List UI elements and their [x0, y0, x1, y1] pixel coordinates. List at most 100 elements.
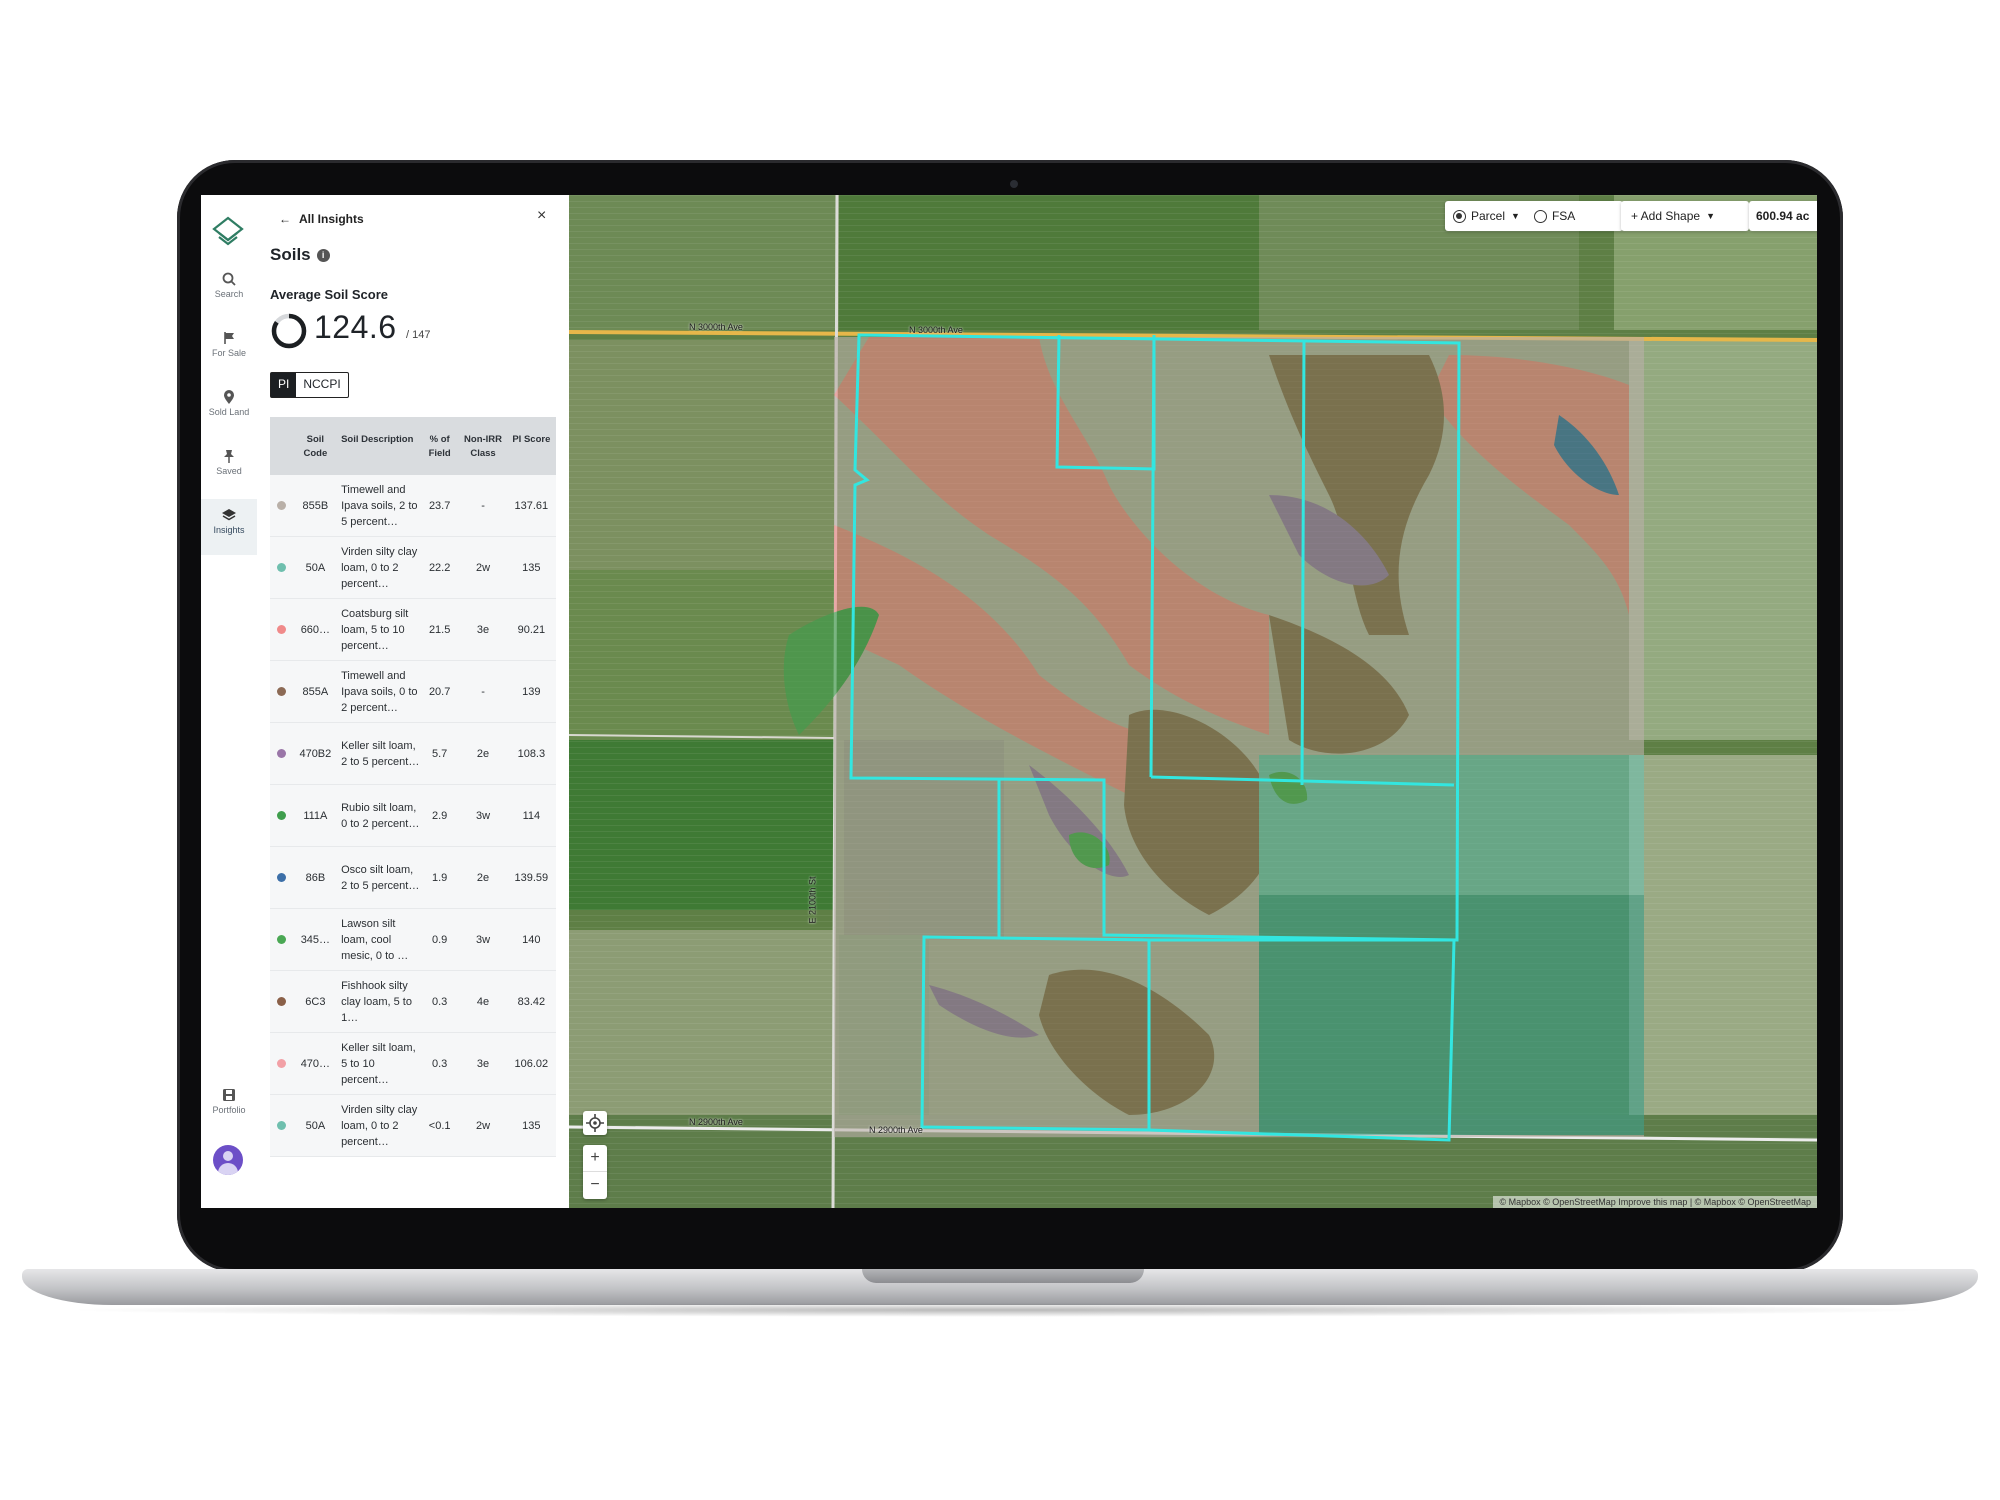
chevron-down-icon: ▼ — [1706, 211, 1715, 221]
satellite-map[interactable]: N 3000th Ave N 3000th Ave N 2900th Ave N… — [569, 195, 1817, 1208]
locate-button[interactable] — [583, 1111, 607, 1135]
close-button[interactable]: × — [537, 207, 546, 225]
table-row[interactable]: 6C3 Fishhook silty clay loam, 5 to 1… 0.3 4… — [270, 971, 556, 1033]
chevron-down-icon[interactable]: ▼ — [1511, 211, 1520, 221]
percent-of-field: 0.3 — [432, 995, 448, 1008]
soil-color-swatch — [277, 625, 287, 634]
map-canvas[interactable] — [569, 195, 1817, 1208]
non-irr-class: - — [481, 685, 485, 698]
road-label-2: N 3000th Ave — [909, 325, 963, 335]
nav-portfolio[interactable]: Portfolio — [201, 1079, 257, 1135]
non-irr-class: 2w — [476, 561, 491, 574]
map-attribution[interactable]: © Mapbox © OpenStreetMap Improve this ma… — [1493, 1196, 1817, 1208]
table-row[interactable]: 50A Virden silty clay loam, 0 to 2 percen… — [270, 1095, 556, 1157]
percent-of-field: 0.9 — [432, 933, 448, 946]
percent-of-field: 22.2 — [428, 561, 451, 574]
soil-color-cell — [270, 687, 294, 696]
percent-of-field: 20.7 — [428, 685, 451, 698]
pi-score: 140 — [522, 933, 541, 946]
nav-sold-land[interactable]: Sold Land — [201, 381, 257, 437]
soil-code: 855A — [302, 685, 329, 698]
soil-color-cell — [270, 501, 294, 510]
percent-of-field: <0.1 — [428, 1119, 451, 1132]
flag-icon — [224, 332, 234, 344]
laptop-notch — [862, 1269, 1144, 1283]
nav-rail: Search For Sale Sold Land Saved Insights… — [201, 195, 259, 1208]
soil-code: 50A — [305, 561, 326, 574]
soil-color-swatch — [277, 749, 287, 758]
app-logo-icon[interactable] — [211, 215, 245, 249]
soils-table: Soil Code Soil Description % of Field No… — [270, 417, 556, 1157]
table-row[interactable]: 111A Rubio silt loam, 0 to 2 percent… 2.9 3… — [270, 785, 556, 847]
soil-code: 470B2 — [299, 747, 332, 760]
info-icon[interactable]: i — [316, 248, 330, 262]
header-soil-description[interactable]: Soil Description — [337, 417, 420, 475]
soil-color-swatch — [277, 935, 287, 944]
soil-code: 111A — [303, 809, 328, 822]
nav-for-sale-label: For Sale — [211, 348, 246, 358]
zoom-out-button[interactable]: − — [583, 1171, 607, 1198]
acreage-readout: 600.94 ac — [1749, 201, 1817, 231]
add-shape-button[interactable]: + Add Shape ▼ — [1621, 201, 1749, 231]
header-percent-of-field[interactable]: % of Field — [420, 417, 459, 475]
soil-code: 470… — [300, 1057, 331, 1070]
soil-color-cell — [270, 1121, 294, 1130]
soil-description: Osco silt loam, 2 to 5 percent… — [341, 863, 420, 892]
table-header: Soil Code Soil Description % of Field No… — [270, 417, 556, 475]
nav-search[interactable]: Search — [201, 263, 257, 319]
soil-description: Timewell and Ipava soils, 0 to 2 percent… — [341, 669, 418, 714]
soil-code: 660… — [300, 623, 331, 636]
road-label-1: N 3000th Ave — [689, 322, 743, 332]
soil-description: Lawson silt loam, cool mesic, 0 to … — [341, 917, 409, 962]
soil-color-swatch — [277, 687, 287, 696]
toggle-pi[interactable]: PI — [271, 373, 297, 397]
header-non-irr-class[interactable]: Non-IRR Class — [459, 417, 506, 475]
soil-color-swatch — [277, 1121, 287, 1130]
soil-description: Coatsburg silt loam, 5 to 10 percent… — [341, 607, 409, 652]
table-row[interactable]: 470… Keller silt loam, 5 to 10 percent… 0.… — [270, 1033, 556, 1095]
back-to-all-insights[interactable]: ← All Insights — [279, 209, 364, 229]
pushpin-icon — [224, 450, 234, 463]
soil-color-swatch — [277, 563, 287, 572]
table-body: 855B Timewell and Ipava soils, 2 to 5 per… — [270, 475, 556, 1157]
user-avatar[interactable] — [213, 1145, 243, 1175]
toggle-nccpi[interactable]: NCCPI — [296, 373, 347, 397]
nav-insights[interactable]: Insights — [201, 499, 259, 555]
table-row[interactable]: 50A Virden silty clay loam, 0 to 2 percen… — [270, 537, 556, 599]
non-irr-class: - — [481, 499, 485, 512]
soil-color-swatch — [277, 1059, 287, 1068]
table-row[interactable]: 470B2 Keller silt loam, 2 to 5 percent… 5.… — [270, 723, 556, 785]
parcel-radio[interactable] — [1453, 209, 1466, 223]
panel-title: Soils i — [270, 245, 330, 265]
laptop-shadow — [60, 1303, 1940, 1317]
pi-score: 114 — [522, 809, 541, 822]
header-soil-code[interactable]: Soil Code — [294, 417, 337, 475]
acreage-value: 600.94 ac — [1756, 209, 1810, 223]
arrow-left-icon: ← — [279, 212, 291, 226]
soil-description: Keller silt loam, 2 to 5 percent… — [341, 739, 420, 768]
nav-portfolio-label: Portfolio — [212, 1105, 246, 1115]
nav-insights-label: Insights — [213, 525, 245, 535]
parcel-divider-b[interactable] — [1300, 339, 1306, 786]
table-row[interactable]: 855B Timewell and Ipava soils, 2 to 5 per… — [270, 475, 556, 537]
fsa-radio[interactable] — [1533, 209, 1547, 223]
percent-of-field: 1.9 — [432, 871, 448, 884]
percent-of-field: 21.5 — [428, 623, 451, 636]
boundary-type-control: Parcel ▼ FSA — [1445, 201, 1623, 231]
table-row[interactable]: 345… Lawson silt loam, cool mesic, 0 to …… — [270, 909, 556, 971]
nav-saved[interactable]: Saved — [201, 440, 257, 496]
header-pi-score[interactable]: PI Score — [507, 417, 556, 475]
table-row[interactable]: 855A Timewell and Ipava soils, 0 to 2 per… — [270, 661, 556, 723]
avatar-body — [218, 1163, 238, 1175]
non-irr-class: 2e — [476, 747, 490, 760]
road-label-5: E 2100th St — [807, 876, 818, 924]
camera — [1010, 180, 1018, 188]
table-row[interactable]: 660… Coatsburg silt loam, 5 to 10 percent… — [270, 599, 556, 661]
nav-for-sale[interactable]: For Sale — [201, 322, 257, 378]
zoom-in-button[interactable]: + — [583, 1145, 607, 1171]
pi-score: 139.59 — [514, 871, 549, 884]
soil-color-cell — [270, 1059, 294, 1068]
table-row[interactable]: 86B Osco silt loam, 2 to 5 percent… 1.9 2e 1… — [270, 847, 556, 909]
pi-score: 90.21 — [517, 623, 546, 636]
pi-score: 139 — [522, 685, 541, 698]
